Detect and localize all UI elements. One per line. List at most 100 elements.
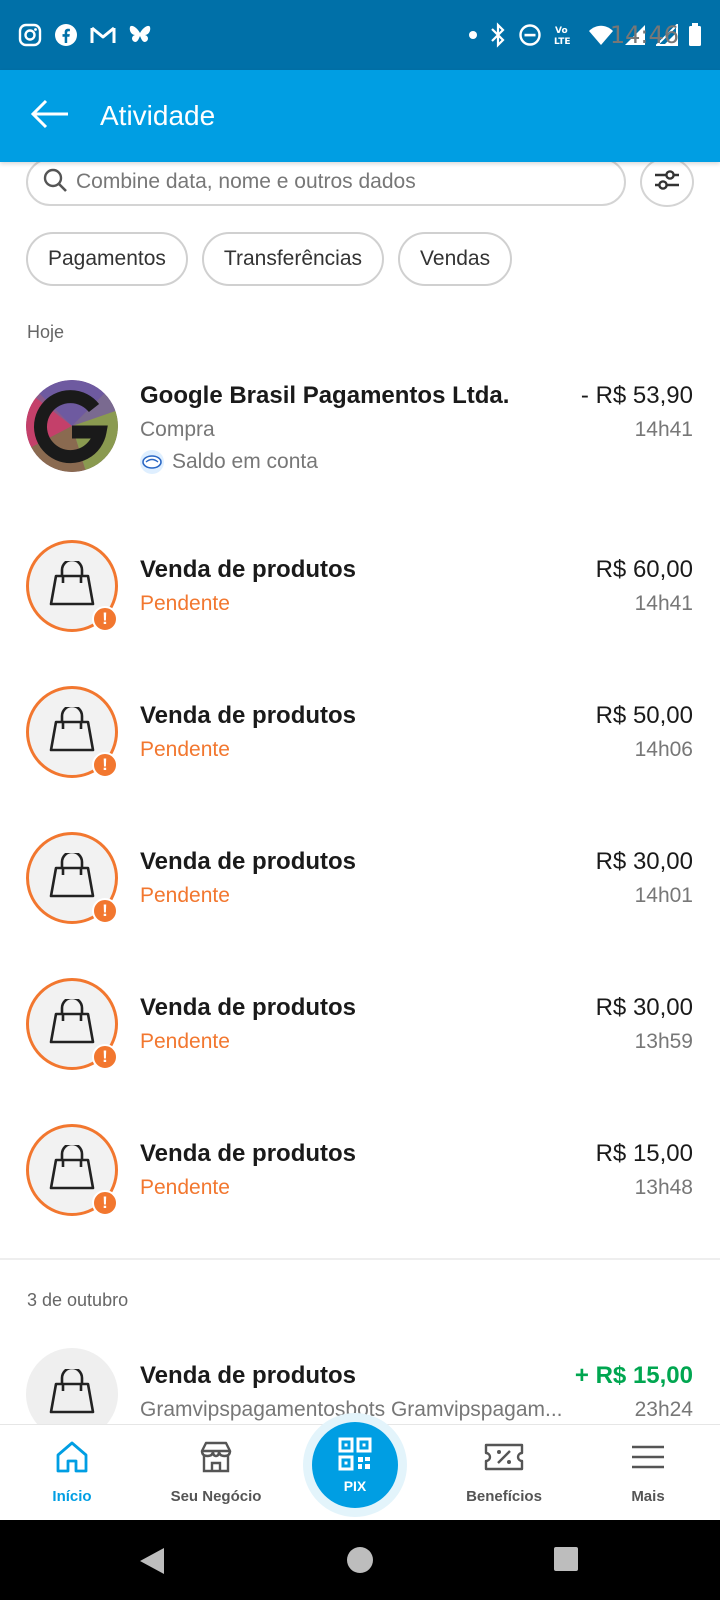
- nav-seu-negocio[interactable]: Seu Negócio: [146, 1425, 286, 1521]
- nav-label: Início: [52, 1488, 92, 1505]
- activity-amount: R$ 15,00: [595, 1140, 693, 1167]
- store-icon: [198, 1439, 234, 1480]
- bluesky-icon: [128, 24, 152, 46]
- discount-ticket-icon: [484, 1439, 524, 1480]
- nav-label: PIX: [343, 1477, 367, 1494]
- activity-time: 13h59: [634, 1030, 693, 1053]
- activity-title: Venda de produtos: [140, 1362, 357, 1389]
- mercado-pago-icon: [140, 450, 164, 474]
- search-input[interactable]: [76, 170, 596, 194]
- battery-icon: [688, 23, 702, 47]
- back-button[interactable]: [0, 70, 100, 162]
- chip-vendas[interactable]: Vendas: [398, 232, 513, 286]
- activity-amount: R$ 50,00: [595, 702, 693, 729]
- payment-source-label: Saldo em conta: [172, 450, 318, 473]
- activity-row[interactable]: ! Venda de produtos Pendente R$ 30,00 14…: [0, 832, 720, 924]
- activity-subtitle: Compra: [140, 418, 215, 441]
- nav-label: Seu Negócio: [170, 1488, 262, 1505]
- activity-row[interactable]: Google Brasil Pagamentos Ltda. Compra Sa…: [0, 378, 720, 498]
- activity-amount: + R$ 15,00: [574, 1362, 693, 1389]
- search-box[interactable]: [26, 158, 626, 206]
- activity-amount: - R$ 53,90: [580, 382, 693, 409]
- google-avatar: [26, 380, 118, 472]
- section-divider: [0, 1258, 720, 1260]
- system-nav-bar: [0, 1520, 720, 1600]
- menu-icon: [630, 1439, 666, 1480]
- nav-label: Benefícios: [466, 1488, 542, 1505]
- activity-time: 14h01: [634, 884, 693, 907]
- pix-button[interactable]: PIX: [312, 1422, 398, 1508]
- activity-row[interactable]: ! Venda de produtos Pendente R$ 50,00 14…: [0, 686, 720, 778]
- nav-beneficios[interactable]: Benefícios: [434, 1425, 574, 1521]
- shopping-bag-icon: [47, 850, 97, 904]
- activity-time: 23h24: [634, 1398, 693, 1421]
- chip-pagamentos[interactable]: Pagamentos: [26, 232, 188, 286]
- activity-amount: R$ 60,00: [595, 556, 693, 583]
- alert-icon: !: [92, 1044, 118, 1070]
- activity-title: Venda de produtos: [140, 1140, 357, 1167]
- activity-title: Venda de produtos: [140, 994, 357, 1021]
- alert-icon: !: [92, 898, 118, 924]
- home-icon: [54, 1439, 90, 1480]
- instagram-icon: [18, 23, 42, 47]
- activity-title: Venda de produtos: [140, 556, 357, 583]
- search-icon: [42, 167, 68, 198]
- filter-chips: Pagamentos Transferências Vendas: [26, 232, 513, 286]
- activity-row[interactable]: ! Venda de produtos Pendente R$ 15,00 13…: [0, 1124, 720, 1216]
- svg-text:Vo: Vo: [555, 26, 568, 36]
- system-back-icon[interactable]: [138, 1546, 166, 1581]
- activity-title: Venda de produtos: [140, 848, 357, 875]
- activity-status: Pendente: [140, 1030, 230, 1053]
- activity-row[interactable]: ! Venda de produtos Pendente R$ 60,00 14…: [0, 540, 720, 632]
- chip-transferencias[interactable]: Transferências: [201, 232, 385, 286]
- system-recents-icon[interactable]: [553, 1546, 579, 1577]
- shopping-bag-icon: [47, 1142, 97, 1196]
- bottom-nav: Início Seu Negócio PIX Benefícios Mais: [0, 1413, 720, 1521]
- system-home-icon[interactable]: [346, 1546, 374, 1579]
- arrow-left-icon: [30, 99, 70, 134]
- nav-pix[interactable]: PIX: [303, 1413, 407, 1517]
- do-not-disturb-icon: [518, 23, 542, 47]
- svg-text:LTE: LTE: [554, 37, 571, 47]
- activity-time: 13h48: [634, 1176, 693, 1199]
- facebook-icon: [54, 23, 78, 47]
- app-bar: Atividade: [0, 70, 720, 162]
- activity-title: Venda de produtos: [140, 702, 357, 729]
- nav-inicio[interactable]: Início: [2, 1425, 142, 1521]
- shopping-bag-icon: [47, 996, 97, 1050]
- nav-mais[interactable]: Mais: [578, 1425, 718, 1521]
- payment-source: Saldo em conta: [140, 450, 318, 474]
- nav-label: Mais: [631, 1488, 665, 1505]
- activity-amount: R$ 30,00: [595, 994, 693, 1021]
- activity-time: 14h41: [634, 418, 693, 441]
- status-bar: 14:46 Vo LTE: [0, 0, 720, 70]
- activity-status: Pendente: [140, 884, 230, 907]
- activity-status: Pendente: [140, 1176, 230, 1199]
- activity-status: Pendente: [140, 738, 230, 761]
- alert-icon: !: [92, 1190, 118, 1216]
- activity-amount: R$ 30,00: [595, 848, 693, 875]
- volte-icon: Vo LTE: [552, 23, 578, 47]
- shopping-bag-icon: [47, 1366, 97, 1420]
- activity-time: 14h41: [634, 592, 693, 615]
- shopping-bag-icon: [47, 704, 97, 758]
- activity-status: Pendente: [140, 592, 230, 615]
- qr-code-icon: [338, 1437, 372, 1476]
- alert-icon: !: [92, 752, 118, 778]
- activity-title: Google Brasil Pagamentos Ltda.: [140, 382, 510, 409]
- filter-button[interactable]: [640, 157, 694, 207]
- shopping-bag-icon: [47, 558, 97, 612]
- page-title: Atividade: [100, 100, 216, 131]
- search-row: [26, 157, 694, 207]
- alert-icon: !: [92, 606, 118, 632]
- activity-row[interactable]: ! Venda de produtos Pendente R$ 30,00 13…: [0, 978, 720, 1070]
- dot-icon: [468, 30, 478, 40]
- activity-time: 14h06: [634, 738, 693, 761]
- shopping-bag-avatar: [26, 1348, 118, 1424]
- bluetooth-icon: [488, 22, 508, 48]
- gmail-icon: [90, 24, 116, 46]
- status-time: 14:46: [609, 21, 679, 49]
- section-label-today: Hoje: [27, 322, 65, 342]
- sliders-icon: [653, 168, 681, 197]
- section-label-date: 3 de outubro: [27, 1290, 129, 1310]
